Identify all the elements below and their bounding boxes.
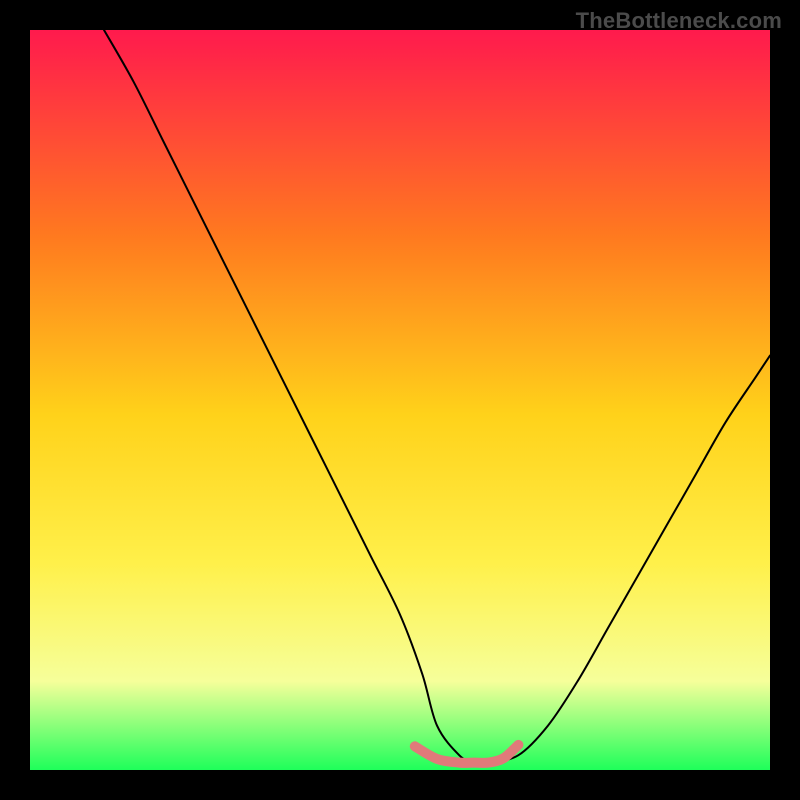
plot-background [30, 30, 770, 770]
bottleneck-chart [0, 0, 800, 800]
chart-frame: TheBottleneck.com [0, 0, 800, 800]
watermark-text: TheBottleneck.com [576, 8, 782, 34]
